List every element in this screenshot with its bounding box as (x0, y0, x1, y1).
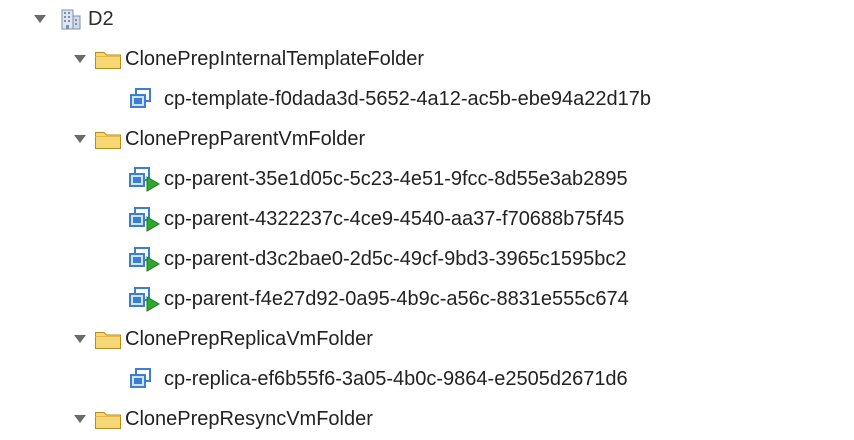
tree-node-d2[interactable]: D2 (32, 4, 114, 34)
folder-icon (94, 127, 122, 151)
expand-toggle-icon[interactable] (72, 331, 88, 347)
tree-node-folder-internal-template[interactable]: ClonePrepInternalTemplateFolder (72, 44, 424, 74)
tree-node-label[interactable]: cp-parent-d3c2bae0-2d5c-49cf-9bd3-3965c1… (164, 247, 627, 271)
vm-template-icon (128, 367, 154, 391)
tree-node-label[interactable]: ClonePrepResyncVmFolder (125, 407, 373, 431)
tree-node-folder-resync-vm[interactable]: ClonePrepResyncVmFolder (72, 404, 373, 434)
tree-node-vm-template[interactable]: cp-template-f0dada3d-5652-4a12-ac5b-ebe9… (128, 84, 651, 114)
tree-node-vm-parent[interactable]: cp-parent-f4e27d92-0a95-4b9c-a56c-8831e5… (128, 284, 629, 314)
datacenter-icon (58, 7, 84, 31)
folder-icon (94, 47, 122, 71)
tree-node-vm-parent[interactable]: cp-parent-4322237c-4ce9-4540-aa37-f70688… (128, 204, 624, 234)
vm-powered-on-icon (128, 247, 160, 272)
vm-template-icon (128, 87, 154, 111)
folder-icon (94, 407, 122, 431)
expand-toggle-icon[interactable] (32, 11, 48, 27)
expand-toggle-icon[interactable] (72, 131, 88, 147)
tree-node-label[interactable]: D2 (88, 7, 114, 31)
tree-node-vm-parent[interactable]: cp-parent-35e1d05c-5c23-4e51-9fcc-8d55e3… (128, 164, 628, 194)
expand-toggle-icon[interactable] (72, 51, 88, 67)
tree-node-label[interactable]: cp-parent-35e1d05c-5c23-4e51-9fcc-8d55e3… (164, 167, 628, 191)
tree-node-label[interactable]: ClonePrepInternalTemplateFolder (125, 47, 424, 71)
tree-node-label[interactable]: cp-template-f0dada3d-5652-4a12-ac5b-ebe9… (164, 87, 651, 111)
inventory-tree: D2 ClonePrepInternalTemplateFolder cp-te… (0, 0, 854, 440)
expand-toggle-icon[interactable] (72, 411, 88, 427)
vm-powered-on-icon (128, 167, 160, 192)
tree-node-vm-replica[interactable]: cp-replica-ef6b55f6-3a05-4b0c-9864-e2505… (128, 364, 628, 394)
tree-node-folder-replica-vm[interactable]: ClonePrepReplicaVmFolder (72, 324, 373, 354)
vm-powered-on-icon (128, 287, 160, 312)
tree-node-label[interactable]: cp-parent-f4e27d92-0a95-4b9c-a56c-8831e5… (164, 287, 629, 311)
vm-powered-on-icon (128, 207, 160, 232)
tree-node-label[interactable]: cp-parent-4322237c-4ce9-4540-aa37-f70688… (164, 207, 624, 231)
tree-node-label[interactable]: ClonePrepParentVmFolder (125, 127, 365, 151)
folder-icon (94, 327, 122, 351)
tree-node-label[interactable]: ClonePrepReplicaVmFolder (125, 327, 373, 351)
tree-node-label[interactable]: cp-replica-ef6b55f6-3a05-4b0c-9864-e2505… (164, 367, 628, 391)
tree-node-vm-parent[interactable]: cp-parent-d3c2bae0-2d5c-49cf-9bd3-3965c1… (128, 244, 627, 274)
tree-node-folder-parent-vm[interactable]: ClonePrepParentVmFolder (72, 124, 365, 154)
